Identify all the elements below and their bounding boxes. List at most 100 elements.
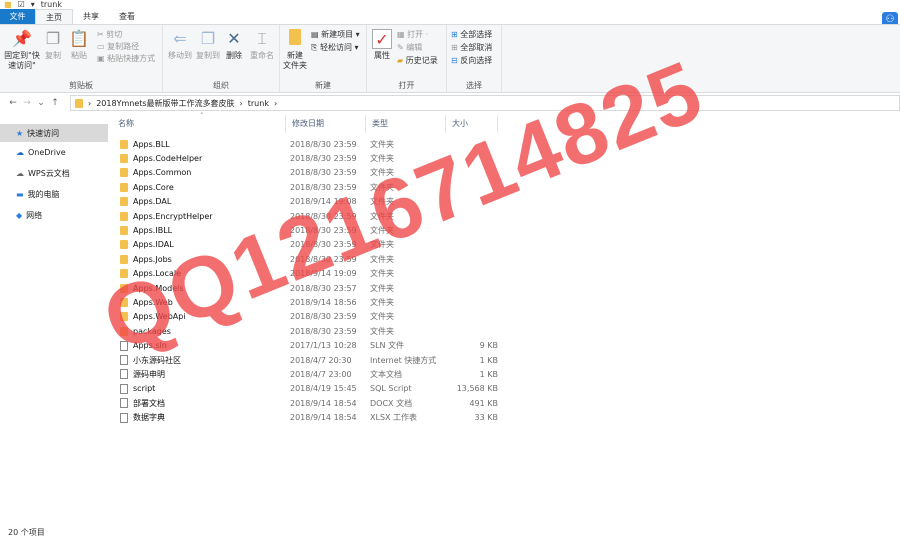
cloud-icon: ☁ (16, 148, 24, 157)
cut-button[interactable]: ✂ 剪切 (97, 29, 122, 41)
file-row[interactable]: Apps.BLL 2018/8/30 23:59 文件夹 (112, 137, 498, 151)
tab-view[interactable]: 查看 (109, 9, 145, 24)
easy-access-button[interactable]: ⎘ 轻松访问 ▾ (311, 42, 359, 54)
pin-quick-access-button[interactable]: 📌 固定到"快速访问" (3, 29, 41, 71)
file-size: 9 KB (479, 341, 498, 351)
group-label: 选择 (466, 81, 482, 90)
select-all-icon: ⊞ (451, 30, 458, 39)
file-type: 文本文档 (370, 369, 402, 379)
column-type[interactable]: 类型 (366, 115, 446, 133)
file-type: Internet 快捷方式 (370, 355, 437, 365)
file-row[interactable]: Apps.Common 2018/8/30 23:59 文件夹 (112, 166, 498, 180)
address-bar[interactable]: › 2018Ymnets最新版带工作流多套皮肤 › trunk › (70, 95, 900, 111)
clipboard-group: 📌 固定到"快速访问" ❐ 复制 📋 粘贴 ✂ 剪切 ▭ 复制路径 ▣ 粘贴快捷方式 … (0, 25, 163, 93)
file-row[interactable]: Apps.IDAL 2018/8/30 23:59 文件夹 (112, 238, 498, 252)
file-name: Apps.EncryptHelper (133, 211, 213, 221)
file-row[interactable]: 源码申明 2018/4/7 23:00 文本文档 1 KB (112, 367, 498, 381)
file-icon (120, 383, 128, 394)
file-name-cell: Apps.CodeHelper (112, 154, 290, 164)
rename-icon: ⌶ (257, 29, 267, 48)
file-row[interactable]: Apps.Jobs 2018/8/30 23:59 文件夹 (112, 252, 498, 266)
column-date[interactable]: 修改日期 (286, 115, 366, 133)
properties-button[interactable]: ✓ 属性 (371, 29, 393, 61)
recent-chevron-icon[interactable]: ⌄ (34, 98, 48, 108)
column-size[interactable]: 大小 (446, 115, 498, 133)
new-item-button[interactable]: ▤ 新建项目 ▾ (311, 29, 360, 41)
file-name-cell: Apps.WebApi (112, 312, 290, 322)
folder-icon: ■ (4, 0, 12, 9)
copy-path-button[interactable]: ▭ 复制路径 (97, 41, 139, 53)
file-name-cell: Apps.IBLL (112, 226, 290, 236)
sidebar-item-onedrive[interactable]: ☁ OneDrive (0, 142, 108, 163)
file-name: Apps.IDAL (133, 240, 174, 250)
open-label: 打开 (407, 30, 424, 39)
file-row[interactable]: Apps.Core 2018/8/30 23:59 文件夹 (112, 180, 498, 194)
history-button[interactable]: ▰ 历史记录 (397, 55, 438, 67)
select-none-button[interactable]: ⊞ 全部取消 (451, 42, 492, 54)
file-row[interactable]: script 2018/4/19 15:45 SQL Script 13,568… (112, 382, 498, 396)
select-all-button[interactable]: ⊞ 全部选择 (451, 29, 492, 41)
file-row[interactable]: Apps.IBLL 2018/8/30 23:59 文件夹 (112, 223, 498, 237)
tab-file[interactable]: 文件 (0, 9, 35, 24)
new-folder-button[interactable]: 新建 文件夹 (282, 29, 308, 71)
file-row[interactable]: Apps.CodeHelper 2018/8/30 23:59 文件夹 (112, 151, 498, 165)
sidebar-item-network[interactable]: ◆ 网络 (0, 205, 108, 226)
delete-button[interactable]: ✕ 删除 (223, 29, 245, 61)
file-name: Apps.IBLL (133, 226, 173, 236)
properties-label: 属性 (374, 51, 390, 60)
open-button[interactable]: ▦ 打开 · (397, 29, 428, 41)
file-size: 13,568 KB (456, 384, 498, 394)
file-date: 2018/8/30 23:59 (290, 154, 357, 164)
file-name: script (133, 384, 156, 394)
copy-to-icon: ❐ (200, 29, 216, 48)
copy-to-label: 复制到 (196, 51, 220, 60)
copy-to-button[interactable]: ❐ 复制到 (194, 29, 222, 61)
file-row[interactable]: Apps.DAL 2018/9/14 19:08 文件夹 (112, 195, 498, 209)
ribbon: 📌 固定到"快速访问" ❐ 复制 📋 粘贴 ✂ 剪切 ▭ 复制路径 ▣ 粘贴快捷方式 … (0, 24, 900, 93)
invert-selection-button[interactable]: ⊟ 反向选择 (451, 55, 492, 67)
paste-shortcut-button[interactable]: ▣ 粘贴快捷方式 (97, 53, 155, 65)
organize-group: ⇐ 移动到 ❐ 复制到 ✕ 删除 ⌶ 重命名 组织 (163, 25, 280, 93)
network-icon: ◆ (16, 211, 23, 220)
file-row[interactable]: 部署文档 2018/9/14 18:54 DOCX 文档 491 KB (112, 396, 498, 410)
file-row[interactable]: packages 2018/8/30 23:59 文件夹 (112, 324, 498, 338)
file-date: 2018/8/30 23:59 (290, 168, 357, 178)
new-folder-label: 新建 文件夹 (283, 51, 307, 70)
file-type: 文件夹 (370, 226, 394, 236)
file-name-cell: Apps.Jobs (112, 254, 290, 264)
move-to-label: 移动到 (168, 51, 192, 60)
file-name-cell: Apps.DAL (112, 197, 290, 207)
forward-arrow-icon[interactable]: → (20, 98, 34, 108)
sidebar-item-wps-cloud[interactable]: ☁ WPS云文档 (0, 163, 108, 184)
breadcrumb-item[interactable]: trunk (248, 99, 269, 108)
file-row[interactable]: Apps.WebApi 2018/8/30 23:59 文件夹 (112, 310, 498, 324)
file-date: 2018/8/30 23:59 (290, 312, 357, 322)
properties-quick-icon[interactable]: ☑ (18, 0, 25, 9)
copy-button[interactable]: ❐ 复制 (42, 29, 64, 61)
rename-button[interactable]: ⌶ 重命名 (248, 29, 276, 61)
tab-home[interactable]: 主页 (35, 9, 73, 24)
file-name: packages (133, 326, 171, 336)
copy-path-icon: ▭ (97, 42, 105, 51)
file-row[interactable]: Apps.sln 2017/1/13 10:28 SLN 文件 9 KB (112, 338, 498, 352)
file-row[interactable]: Apps.Models 2018/8/30 23:57 文件夹 (112, 281, 498, 295)
file-row[interactable]: Apps.EncryptHelper 2018/8/30 23:59 文件夹 (112, 209, 498, 223)
column-name[interactable]: 名称 (112, 115, 286, 133)
file-row[interactable]: Apps.Web 2018/9/14 18:56 文件夹 (112, 295, 498, 309)
up-arrow-icon[interactable]: ↑ (48, 98, 62, 108)
file-row[interactable]: 数据字典 2018/9/14 18:54 XLSX 工作表 33 KB (112, 410, 498, 424)
move-to-button[interactable]: ⇐ 移动到 (166, 29, 194, 61)
file-row[interactable]: 小东源码社区 2018/4/7 20:30 Internet 快捷方式 1 KB (112, 353, 498, 367)
tab-share[interactable]: 共享 (73, 9, 109, 24)
dropdown-icon[interactable]: ▾ (31, 0, 35, 9)
paste-button[interactable]: 📋 粘贴 (68, 29, 90, 61)
file-row[interactable]: Apps.Locale 2018/9/14 19:09 文件夹 (112, 267, 498, 281)
edit-button[interactable]: ✎ 编辑 (397, 42, 422, 54)
sidebar-item-quick-access[interactable]: ★ 快速访问 (0, 124, 108, 142)
select-all-label: 全部选择 (460, 30, 493, 39)
file-date: 2018/9/14 19:09 (290, 269, 357, 279)
breadcrumb-item[interactable]: 2018Ymnets最新版带工作流多套皮肤 (96, 98, 234, 109)
file-name: 小东源码社区 (133, 355, 181, 365)
back-arrow-icon[interactable]: ← (6, 98, 20, 108)
sidebar-item-this-pc[interactable]: ▬ 我的电脑 (0, 184, 108, 205)
